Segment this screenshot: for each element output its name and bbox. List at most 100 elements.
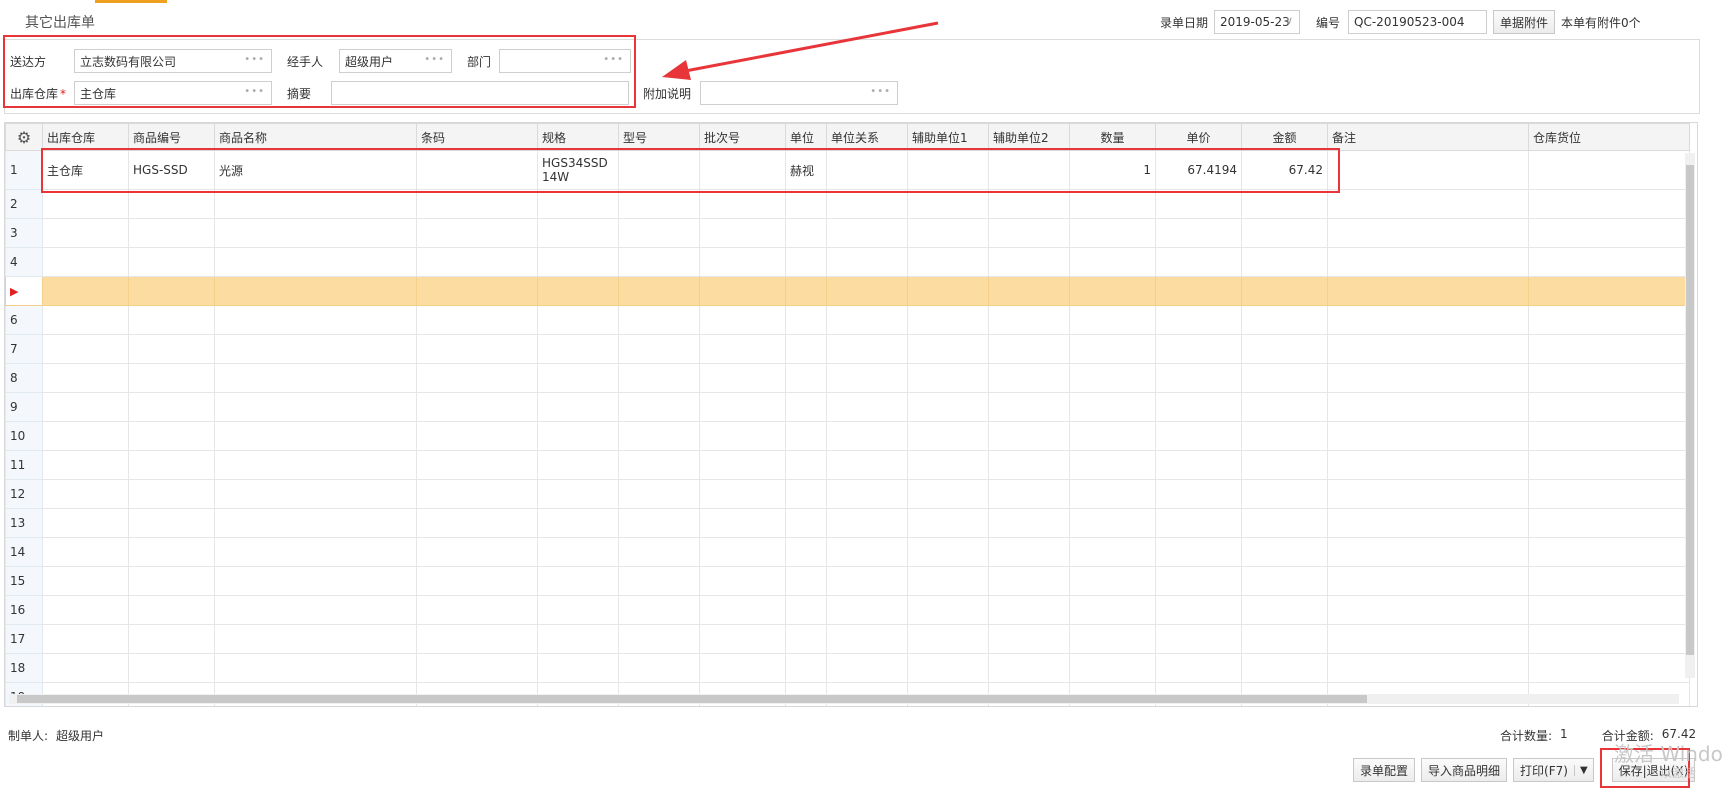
dept-field[interactable]: ••• — [499, 49, 631, 73]
cell-remark[interactable] — [1327, 150, 1529, 190]
ellipsis-icon[interactable]: ••• — [244, 54, 265, 65]
dept-row: 部门 ••• — [467, 49, 631, 73]
cell-aux-unit-2[interactable] — [988, 150, 1070, 190]
cell-unit-relation[interactable] — [826, 150, 908, 190]
cell-amount[interactable]: 67.42 — [1241, 150, 1328, 190]
table-row[interactable]: 2 — [5, 189, 1690, 219]
table-row[interactable]: 9 — [5, 392, 1690, 422]
row-number: 17 — [5, 624, 43, 654]
col-location[interactable]: 仓库货位 — [1528, 123, 1690, 151]
cell-name[interactable]: 光源 — [214, 150, 417, 190]
table-row[interactable]: 13 — [5, 508, 1690, 538]
ellipsis-icon[interactable]: ••• — [870, 86, 891, 97]
summary-row: 摘要 — [287, 81, 629, 105]
table-row[interactable]: 3 — [5, 218, 1690, 248]
detail-table: ⚙ 出库仓库 商品编号 商品名称 条码 规格 型号 批次号 单位 单位关系 辅助… — [5, 123, 1690, 706]
total-qty-value: 1 — [1560, 727, 1568, 741]
recipient-field[interactable]: 立志数码有限公司 ••• — [74, 49, 272, 73]
table-row[interactable]: 7 — [5, 334, 1690, 364]
col-unit[interactable]: 单位 — [785, 123, 827, 151]
creator-value: 超级用户 — [56, 729, 105, 743]
summary-field[interactable] — [331, 81, 629, 105]
gear-icon[interactable]: ⚙ — [17, 128, 31, 147]
col-batch[interactable]: 批次号 — [699, 123, 786, 151]
table-row[interactable]: 6 — [5, 305, 1690, 335]
cell-batch[interactable] — [699, 150, 786, 190]
page-title: 其它出库单 — [25, 15, 95, 31]
table-header-row: ⚙ 出库仓库 商品编号 商品名称 条码 规格 型号 批次号 单位 单位关系 辅助… — [5, 123, 1690, 151]
handler-label: 经手人 — [287, 54, 324, 69]
col-name[interactable]: 商品名称 — [214, 123, 417, 151]
date-label: 录单日期 — [1160, 15, 1209, 30]
cell-price[interactable]: 67.4194 — [1155, 150, 1242, 190]
chevron-down-icon[interactable]: ▼ — [1573, 764, 1593, 776]
number-field[interactable]: QC-20190523-004 — [1348, 10, 1488, 34]
header-fields: 录单日期 2019-05-23 ∨ 编号 QC-20190523-004 单据附… — [1160, 8, 1641, 36]
cell-barcode[interactable] — [416, 150, 538, 190]
col-code[interactable]: 商品编号 — [128, 123, 215, 151]
attachment-button[interactable]: 单据附件 — [1493, 10, 1556, 34]
table-row-selected[interactable]: ▶ — [5, 276, 1690, 306]
row-number: 11 — [5, 450, 43, 480]
col-unit-relation[interactable]: 单位关系 — [826, 123, 908, 151]
row-number: 18 — [5, 653, 43, 683]
config-button[interactable]: 录单配置 — [1353, 758, 1416, 782]
cell-code[interactable]: HGS-SSD — [128, 150, 215, 190]
recipient-label: 送达方 — [10, 54, 47, 69]
warehouse-row: 出库仓库 * 主仓库 ••• — [10, 81, 272, 105]
col-amount[interactable]: 金额 — [1241, 123, 1328, 151]
cell-unit[interactable]: 赫视 — [785, 150, 827, 190]
table-row[interactable]: 4 — [5, 247, 1690, 277]
current-row-marker: ▶ — [5, 276, 43, 306]
table-row[interactable]: 12 — [5, 479, 1690, 509]
date-picker[interactable]: 2019-05-23 ∨ — [1214, 10, 1301, 34]
col-barcode[interactable]: 条码 — [416, 123, 538, 151]
col-aux-unit-2[interactable]: 辅助单位2 — [988, 123, 1070, 151]
cell-model[interactable] — [618, 150, 700, 190]
row-number: 9 — [5, 392, 43, 422]
col-warehouse[interactable]: 出库仓库 — [42, 123, 129, 151]
table-row[interactable]: 10 — [5, 421, 1690, 451]
ellipsis-icon[interactable]: ••• — [603, 54, 624, 65]
row-number: 1 — [5, 150, 43, 190]
vertical-scrollbar[interactable] — [1685, 153, 1695, 678]
table-row[interactable]: 16 — [5, 595, 1690, 625]
print-button[interactable]: 打印(F7) ▼ — [1513, 758, 1594, 782]
table-row[interactable]: 1 主仓库 HGS-SSD 光源 HGS34SSD14W 赫视 1 67.419… — [5, 150, 1690, 190]
note-row: 附加说明 ••• — [643, 81, 898, 105]
col-aux-unit-1[interactable]: 辅助单位1 — [907, 123, 989, 151]
scroll-thumb[interactable] — [1686, 165, 1694, 655]
cell-spec[interactable]: HGS34SSD14W — [537, 150, 619, 190]
row-number: 3 — [5, 218, 43, 248]
horizontal-scrollbar[interactable] — [9, 694, 1679, 704]
handler-row: 经手人 超级用户 ••• — [287, 49, 452, 73]
ellipsis-icon[interactable]: ••• — [424, 54, 445, 65]
scroll-thumb[interactable] — [17, 695, 1367, 703]
row-number: 6 — [5, 305, 43, 335]
table-row[interactable]: 14 — [5, 537, 1690, 567]
table-row[interactable]: 15 — [5, 566, 1690, 596]
detail-grid: ⚙ 出库仓库 商品编号 商品名称 条码 规格 型号 批次号 单位 单位关系 辅助… — [4, 122, 1698, 707]
cell-quantity[interactable]: 1 — [1069, 150, 1156, 190]
col-price[interactable]: 单价 — [1155, 123, 1242, 151]
cell-warehouse[interactable]: 主仓库 — [42, 150, 129, 190]
cell-location[interactable] — [1528, 150, 1690, 190]
table-row[interactable]: 8 — [5, 363, 1690, 393]
column-settings[interactable]: ⚙ — [5, 123, 43, 151]
warehouse-field[interactable]: 主仓库 ••• — [74, 81, 272, 105]
summary-label: 摘要 — [287, 86, 312, 101]
table-row[interactable]: 11 — [5, 450, 1690, 480]
import-button[interactable]: 导入商品明细 — [1421, 758, 1508, 782]
col-quantity[interactable]: 数量 — [1069, 123, 1156, 151]
col-remark[interactable]: 备注 — [1327, 123, 1529, 151]
col-model[interactable]: 型号 — [618, 123, 700, 151]
table-row[interactable]: 17 — [5, 624, 1690, 654]
col-spec[interactable]: 规格 — [537, 123, 619, 151]
cell-aux-unit-1[interactable] — [907, 150, 989, 190]
row-number: 7 — [5, 334, 43, 364]
creator-info: 制单人: 超级用户 — [8, 727, 104, 744]
ellipsis-icon[interactable]: ••• — [244, 86, 265, 97]
table-row[interactable]: 18 — [5, 653, 1690, 683]
handler-field[interactable]: 超级用户 ••• — [339, 49, 452, 73]
note-field[interactable]: ••• — [700, 81, 898, 105]
